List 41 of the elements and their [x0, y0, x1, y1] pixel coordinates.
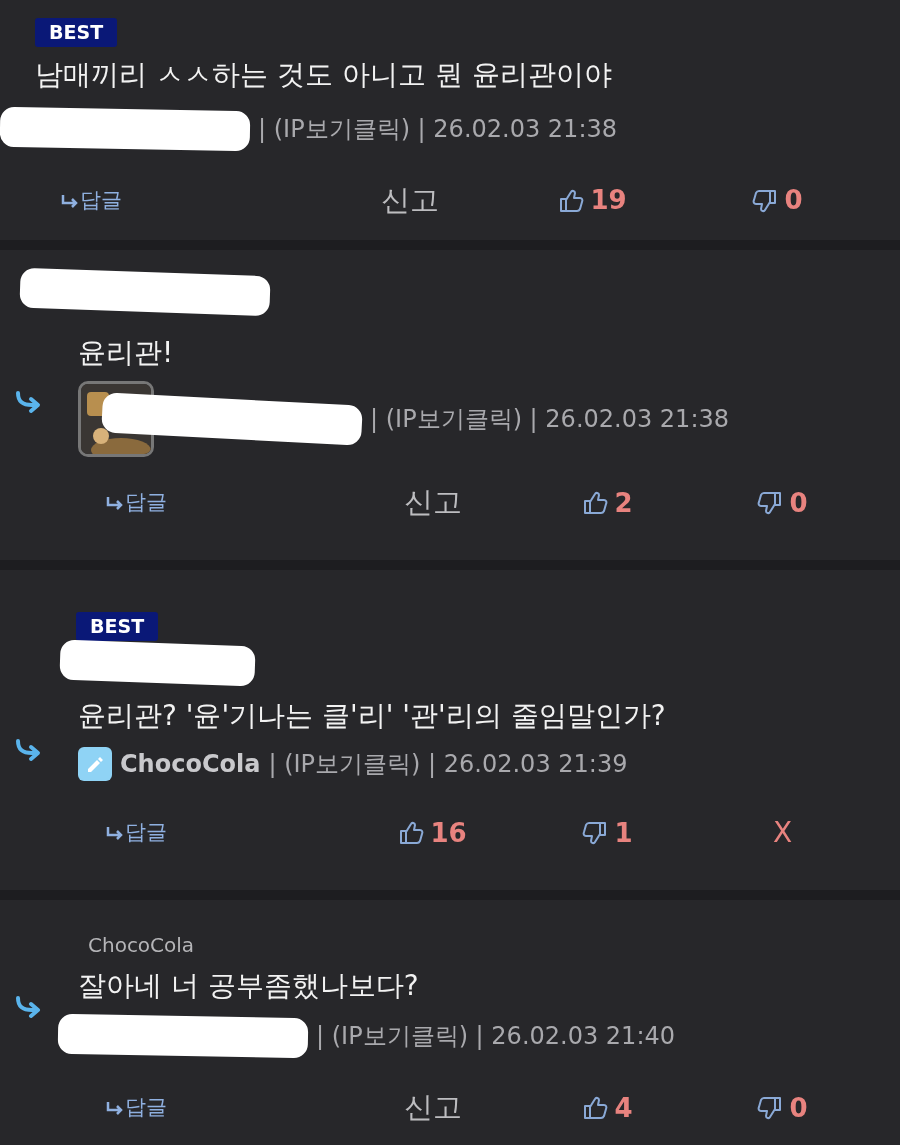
best-badge: BEST: [35, 18, 118, 47]
dislike-button[interactable]: 0: [757, 483, 808, 523]
reply-button[interactable]: 답글: [105, 817, 167, 849]
reply-icon: [105, 1100, 123, 1117]
comment-meta: | (IP보기클릭) | 26.02.03 21:38: [258, 114, 617, 146]
reply-icon: [105, 495, 123, 512]
comment-text: 윤리관? '윤'기나는 클'리' '관'리의 줄임말인가?: [78, 697, 667, 734]
thumbs-down-icon: [752, 187, 779, 214]
best-badge: BEST: [76, 612, 159, 641]
report-button[interactable]: 신고: [381, 179, 439, 223]
reply-icon: [60, 192, 78, 209]
comment-text: 잘아네 너 공부좀했나보다?: [78, 968, 420, 1004]
reply-icon: [105, 825, 123, 842]
report-button[interactable]: 신고: [403, 1086, 462, 1130]
report-button[interactable]: 신고: [403, 481, 462, 525]
like-button[interactable]: 16: [398, 813, 467, 853]
dislike-button[interactable]: 0: [752, 181, 803, 221]
thumbs-up-icon: [582, 490, 609, 517]
like-button[interactable]: 19: [558, 181, 627, 221]
thumbs-up-icon: [582, 1095, 609, 1122]
like-button[interactable]: 2: [582, 483, 633, 523]
thumbs-down-icon: [582, 820, 609, 847]
thumbs-down-icon: [757, 1095, 784, 1122]
reply-button[interactable]: 답글: [105, 1092, 167, 1124]
thumbs-up-icon: [558, 187, 585, 214]
comment-meta: | (IP보기클릭) | 26.02.03 21:38: [370, 404, 729, 436]
dislike-button[interactable]: 0: [757, 1088, 808, 1128]
thumbs-down-icon: [757, 490, 784, 517]
reply-button[interactable]: 답글: [105, 487, 167, 519]
quoted-author: ChocoCola: [88, 932, 196, 959]
thumbs-up-icon: [398, 820, 425, 847]
reply-button[interactable]: 답글: [60, 185, 122, 217]
delete-button[interactable]: X: [772, 812, 793, 855]
pencil-icon: [78, 747, 112, 782]
author-name[interactable]: ChocoCola: [120, 746, 261, 783]
dislike-button[interactable]: 1: [582, 813, 633, 853]
comment-text: 윤리관!: [78, 335, 175, 371]
comment-meta: | (IP보기클릭) | 26.02.03 21:39: [268, 749, 628, 781]
comment-text: 남매끼리 ㅅㅅ하는 것도 아니고 뭔 윤리관이야: [35, 56, 613, 93]
like-button[interactable]: 4: [582, 1088, 633, 1128]
comment-meta: | (IP보기클릭) | 26.02.03 21:40: [316, 1021, 675, 1053]
